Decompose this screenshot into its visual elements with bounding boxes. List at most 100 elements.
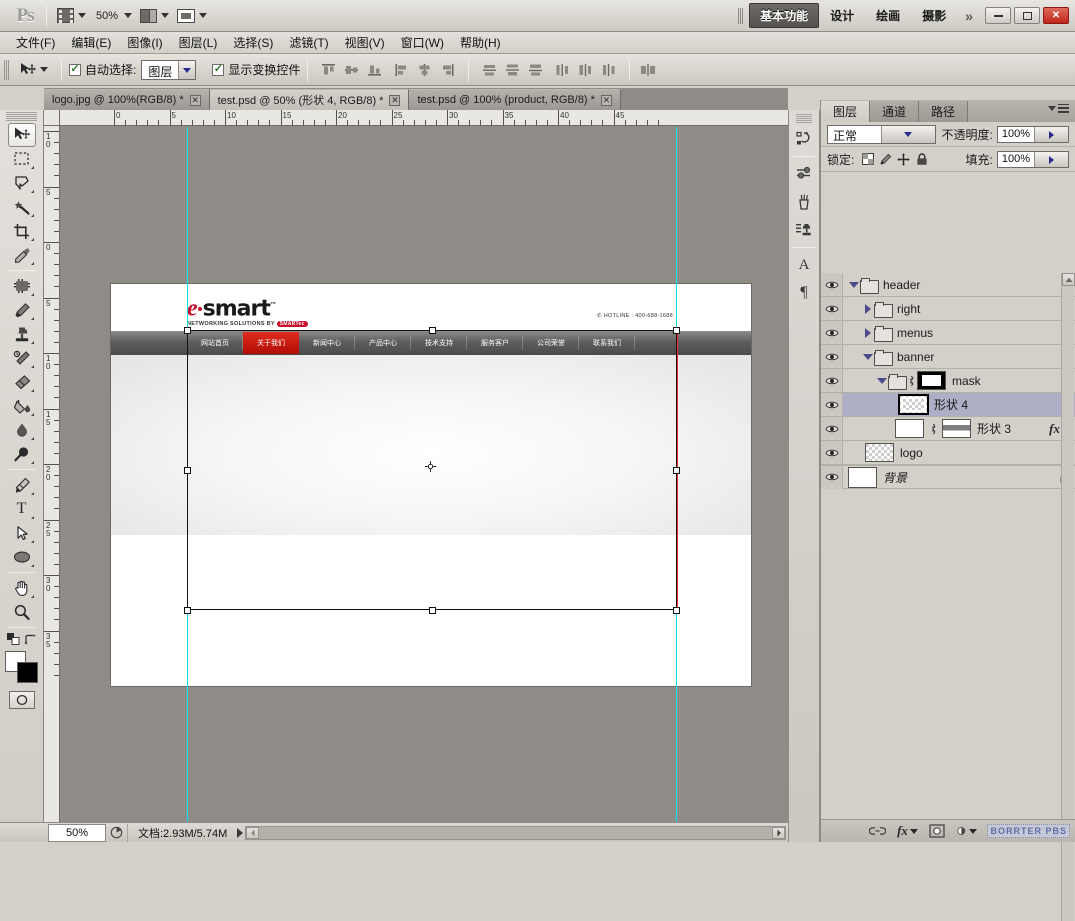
layer-name[interactable]: logo [900, 446, 923, 460]
align-bottom-edges-button[interactable] [364, 60, 385, 80]
layer-visibility-toggle[interactable] [821, 297, 843, 320]
close-icon[interactable]: ✕ [389, 94, 401, 106]
document-tab-logo-jpg[interactable]: logo.jpg @ 100%(RGB/8) * ✕ [44, 89, 210, 110]
layer-visibility-toggle[interactable] [821, 273, 843, 296]
distribute-bottom-edges-button[interactable] [525, 60, 546, 80]
workspace-tab-photography[interactable]: 摄影 [911, 3, 957, 28]
document-tab-test-psd-100[interactable]: test.psd @ 100% (product, RGB/8) * ✕ [409, 89, 621, 110]
hand-tool[interactable] [8, 576, 36, 600]
drag-grip[interactable] [4, 59, 9, 80]
link-layers-button[interactable] [867, 822, 887, 840]
distribute-horizontal-centers-button[interactable] [575, 60, 596, 80]
layer-thumbnail[interactable] [848, 466, 877, 488]
document-info-icon[interactable] [106, 823, 128, 842]
transform-handle-bottom-left[interactable] [184, 607, 191, 614]
layer-visibility-toggle[interactable] [821, 417, 843, 440]
group-twirl-toggle[interactable] [861, 302, 874, 315]
layer-name[interactable]: banner [897, 350, 934, 364]
menu-image[interactable]: 图像(I) [119, 32, 170, 53]
layer-style-fx-icon[interactable]: fx [1049, 421, 1060, 437]
align-left-edges-button[interactable] [391, 60, 412, 80]
menu-edit[interactable]: 编辑(E) [63, 32, 119, 53]
layer-visibility-toggle[interactable] [821, 393, 843, 416]
close-icon[interactable]: ✕ [189, 94, 201, 106]
transform-handle-top-left[interactable] [184, 327, 191, 334]
transform-handle-bottom-center[interactable] [429, 607, 436, 614]
panel-menu-button[interactable] [1048, 104, 1069, 113]
zoom-tool[interactable] [8, 600, 36, 624]
layer-thumbnail[interactable] [865, 443, 894, 462]
menu-window[interactable]: 窗口(W) [393, 32, 452, 53]
dodge-tool[interactable] [8, 442, 36, 466]
pen-tool[interactable] [8, 473, 36, 497]
eyedropper-tool[interactable] [8, 243, 36, 267]
vector-mask-thumbnail[interactable] [942, 419, 971, 438]
minimize-button[interactable] [985, 7, 1011, 24]
align-vertical-centers-button[interactable] [341, 60, 362, 80]
swap-colors-icon[interactable] [24, 633, 36, 645]
move-tool[interactable] [7, 123, 36, 147]
paragraph-panel-icon[interactable]: ¶ [791, 280, 817, 306]
zoom-percentage-field[interactable]: 50% [48, 823, 106, 842]
quick-mask-button[interactable] [8, 691, 35, 709]
character-panel-icon[interactable]: A [791, 252, 817, 278]
layer-visibility-toggle[interactable] [821, 369, 843, 392]
layer-row-background[interactable]: 背景 [821, 465, 1075, 489]
tab-channels[interactable]: 通道 [870, 101, 920, 122]
group-twirl-toggle[interactable] [861, 350, 874, 363]
layer-visibility-toggle[interactable] [821, 321, 843, 344]
layer-row-logo[interactable]: logo [821, 441, 1075, 465]
layer-thumbnail[interactable] [895, 419, 924, 438]
menu-help[interactable]: 帮助(H) [452, 32, 509, 53]
group-twirl-toggle[interactable] [861, 326, 874, 339]
scroll-up-button[interactable] [1062, 273, 1075, 286]
distribute-right-edges-button[interactable] [598, 60, 619, 80]
rectangular-marquee-tool[interactable] [8, 147, 36, 171]
drag-grip[interactable] [738, 7, 744, 24]
brush-panel-icon[interactable] [791, 189, 817, 215]
distribute-top-edges-button[interactable] [479, 60, 500, 80]
menu-filter[interactable]: 滤镜(T) [281, 32, 336, 53]
path-selection-tool[interactable] [8, 521, 36, 545]
eraser-tool[interactable] [8, 370, 36, 394]
transform-handle-middle-right[interactable] [673, 467, 680, 474]
clone-stamp-tool[interactable] [8, 322, 36, 346]
lock-transparent-pixels-button[interactable] [860, 152, 875, 167]
layer-name[interactable]: menus [897, 326, 933, 340]
menu-select[interactable]: 选择(S) [225, 32, 281, 53]
layer-name[interactable]: 背景 [883, 469, 907, 486]
layer-visibility-toggle[interactable] [821, 465, 843, 489]
layer-row-right[interactable]: right [821, 297, 1075, 321]
tab-layers[interactable]: 图层 [821, 101, 871, 122]
document-tab-test-psd-50[interactable]: test.psd @ 50% (形状 4, RGB/8) * ✕ [209, 89, 410, 110]
lock-position-button[interactable] [896, 152, 911, 167]
fill-stepper[interactable] [1034, 151, 1068, 167]
zoom-level-control[interactable]: 50% [90, 4, 136, 28]
ellipse-shape-tool[interactable] [8, 545, 36, 569]
bridge-button[interactable] [53, 4, 90, 28]
close-icon[interactable]: ✕ [600, 94, 612, 106]
transform-handle-top-center[interactable] [429, 327, 436, 334]
fill-field[interactable]: 100% [996, 150, 1069, 168]
horizontal-scrollbar[interactable] [245, 825, 786, 840]
magic-wand-tool[interactable] [8, 195, 36, 219]
lasso-tool[interactable] [8, 171, 36, 195]
layer-name[interactable]: mask [952, 374, 981, 388]
adjustments-panel-icon[interactable] [791, 161, 817, 187]
drag-grip[interactable] [6, 112, 37, 121]
opacity-field[interactable]: 100% [996, 125, 1069, 143]
workspace-tab-design[interactable]: 设计 [819, 3, 865, 28]
layer-visibility-toggle[interactable] [821, 345, 843, 368]
layer-name[interactable]: 形状 4 [934, 396, 968, 413]
auto-align-layers-button[interactable] [637, 60, 658, 80]
layer-mask-thumbnail[interactable] [917, 371, 946, 390]
layer-row-header[interactable]: header [821, 273, 1075, 297]
group-twirl-toggle[interactable] [847, 278, 860, 291]
ruler-corner[interactable] [44, 110, 60, 126]
tab-paths[interactable]: 路径 [919, 101, 969, 122]
default-colors-icon[interactable] [7, 633, 20, 645]
layer-name[interactable]: 形状 3 [977, 420, 1011, 437]
create-adjustment-layer-button[interactable] [957, 822, 978, 840]
horizontal-ruler[interactable]: 0 5 10 15 20 25 30 35 40 45 [60, 110, 788, 126]
transform-reference-point-icon[interactable] [425, 461, 436, 472]
